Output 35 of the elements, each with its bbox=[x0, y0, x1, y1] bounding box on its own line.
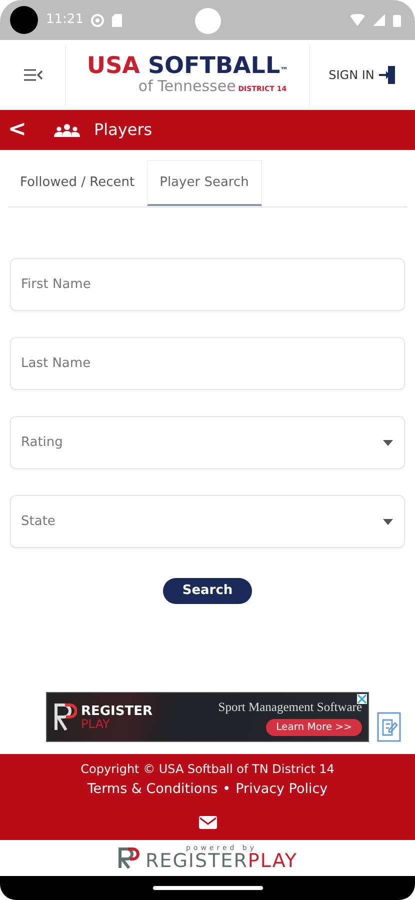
register-play-logo bbox=[53, 702, 77, 732]
notch-dot bbox=[195, 8, 221, 34]
close-icon[interactable] bbox=[357, 694, 367, 704]
group-icon bbox=[54, 123, 80, 137]
page-title: Players bbox=[94, 119, 152, 141]
dropdown-field[interactable]: Rating bbox=[10, 416, 405, 469]
ad-brand: PLAY bbox=[81, 718, 111, 730]
sign-in-button[interactable]: SIGN IN bbox=[309, 44, 415, 104]
ad-headline: Sport Management Software bbox=[218, 698, 362, 716]
separator-dot: • bbox=[222, 780, 231, 799]
ad-banner[interactable]: REGISTER PLAY Sport Management Software Learn More >> bbox=[46, 692, 369, 742]
input-field[interactable]: Last Name bbox=[10, 337, 405, 390]
vpn-icon bbox=[91, 14, 104, 26]
privacy-link[interactable]: Privacy Policy bbox=[236, 779, 328, 800]
ad-brand: REGISTER bbox=[81, 704, 154, 718]
copyright-text: Copyright © USA Softball of TN District 14 bbox=[80, 761, 336, 778]
signal-icon bbox=[373, 14, 385, 26]
camera-hole bbox=[10, 6, 38, 34]
caret-icon bbox=[383, 440, 393, 446]
sd-card-icon bbox=[112, 14, 122, 26]
status-time: 11:21 bbox=[46, 11, 84, 30]
tab[interactable]: Player Search bbox=[146, 160, 262, 206]
menu-icon bbox=[22, 68, 42, 82]
back-button[interactable]: < bbox=[8, 119, 26, 141]
wifi-icon bbox=[350, 14, 365, 26]
search-button[interactable]: Search bbox=[163, 578, 252, 604]
caret-icon bbox=[383, 519, 393, 525]
learn-more-button[interactable]: Learn More >> bbox=[266, 719, 362, 736]
terms-link[interactable]: Terms & Conditions bbox=[87, 779, 218, 800]
ad-choices-icon[interactable] bbox=[377, 712, 401, 742]
input-field[interactable]: First Name bbox=[10, 258, 405, 311]
sign-in-icon bbox=[378, 64, 396, 84]
dropdown-field[interactable]: State bbox=[10, 495, 405, 548]
battery-icon bbox=[393, 14, 401, 26]
mail-icon[interactable] bbox=[198, 816, 216, 830]
